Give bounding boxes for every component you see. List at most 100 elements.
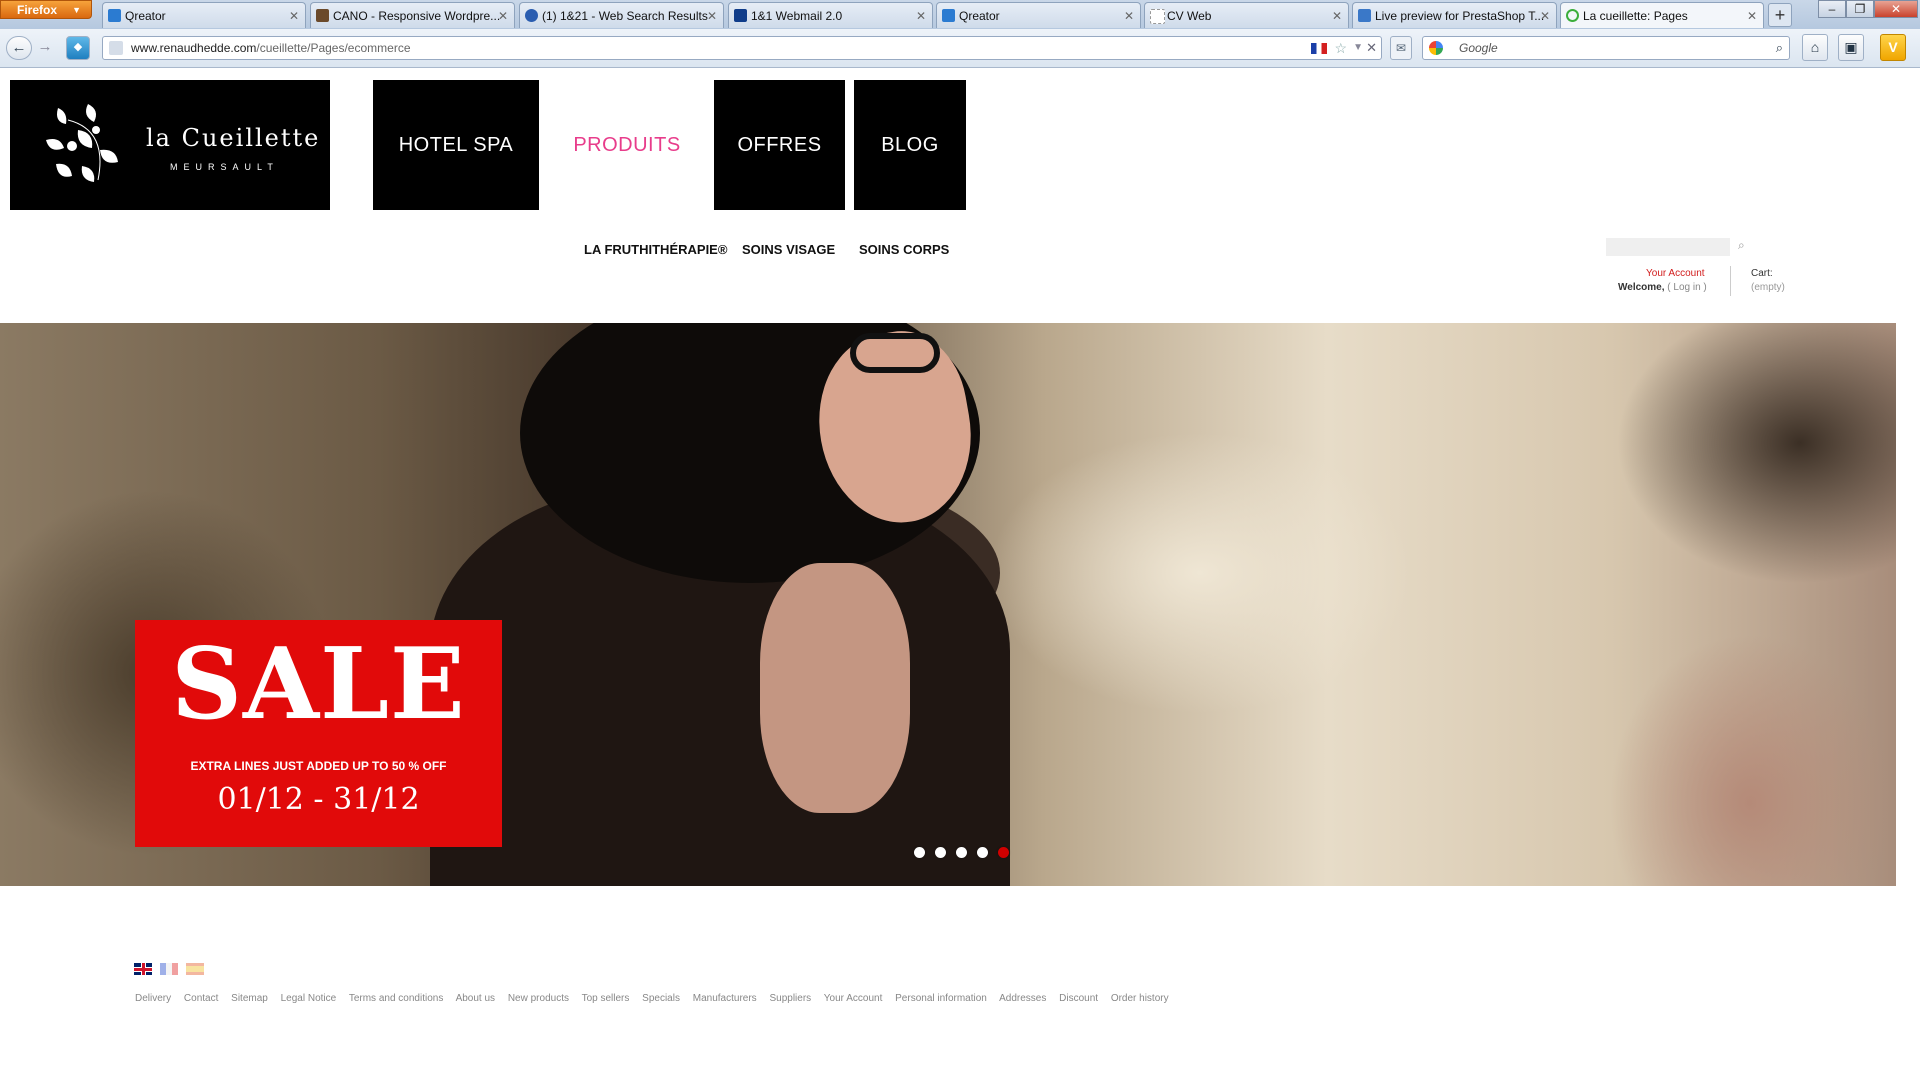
sale-promo-box[interactable]: SALE EXTRA LINES JUST ADDED UP TO 50 % O… — [135, 620, 502, 847]
nav-hotel-spa[interactable]: HOTEL SPA — [373, 80, 539, 210]
maximize-icon[interactable]: ❐ — [1846, 0, 1874, 18]
bookmark-star-icon[interactable]: ☆ — [1334, 37, 1347, 59]
slider-dot[interactable] — [956, 847, 967, 858]
url-bar[interactable]: www.renaudhedde.com/cueillette/Pages/eco… — [102, 36, 1382, 60]
close-icon[interactable]: ✕ — [707, 3, 717, 28]
footer-link[interactable]: Specials — [642, 993, 680, 1004]
stop-icon[interactable]: ✕ — [1366, 37, 1377, 59]
browser-tab-active[interactable]: La cueillette: Pages ✕ — [1560, 2, 1764, 28]
close-icon[interactable]: ✕ — [289, 3, 299, 28]
mail-icon[interactable]: ✉ — [1390, 36, 1412, 60]
site-favicon-icon — [734, 9, 747, 22]
chevron-down-icon: ▼ — [72, 5, 81, 15]
footer-link[interactable]: Sitemap — [231, 993, 268, 1004]
browser-tab[interactable]: CV Web ✕ — [1144, 2, 1349, 28]
history-dropdown-icon[interactable]: ▼ — [1353, 37, 1363, 59]
tab-title: CANO - Responsive Wordpre... — [333, 9, 501, 23]
footer-link[interactable]: Suppliers — [769, 993, 811, 1004]
footer-link[interactable]: Personal information — [895, 993, 987, 1004]
browser-tab[interactable]: Qreator ✕ — [936, 2, 1141, 28]
header-divider — [1730, 266, 1731, 296]
firefox-menu-button[interactable]: Firefox ▼ — [0, 0, 92, 19]
sale-headline: SALE — [171, 627, 466, 742]
slider-dot[interactable] — [914, 847, 925, 858]
close-icon[interactable]: ✕ — [498, 3, 508, 28]
minimize-icon[interactable]: – — [1818, 0, 1846, 18]
footer-link[interactable]: Top sellers — [582, 993, 630, 1004]
subnav-soins-corps[interactable]: SOINS CORPS — [859, 242, 949, 257]
search-icon[interactable]: ⌕ — [1738, 238, 1745, 253]
slider-dot[interactable] — [977, 847, 988, 858]
footer-link[interactable]: Legal Notice — [281, 993, 337, 1004]
tab-title: 1&1 Webmail 2.0 — [751, 9, 843, 23]
footer-link[interactable]: Manufacturers — [693, 993, 757, 1004]
browser-navigation-bar: ← → ◆ www.renaudhedde.com/cueillette/Pag… — [0, 29, 1920, 68]
nav-produits[interactable]: PRODUITS — [544, 80, 710, 210]
site-favicon-icon — [1358, 9, 1371, 22]
site-logo[interactable]: la Cueillette MEURSAULT — [10, 80, 330, 210]
blank-page-icon — [1150, 9, 1165, 24]
site-favicon-icon — [316, 9, 329, 22]
login-link[interactable]: ( Log in ) — [1667, 282, 1706, 293]
tab-title: (1) 1&21 - Web Search Results — [542, 9, 708, 23]
search-bar[interactable]: Google ⌕ — [1422, 36, 1790, 60]
slider-dot[interactable] — [935, 847, 946, 858]
your-account-link[interactable]: Your Account — [1646, 268, 1705, 279]
footer-link[interactable]: Discount — [1059, 993, 1098, 1004]
site-favicon-icon — [942, 9, 955, 22]
browser-tab[interactable]: (1) 1&21 - Web Search Results ✕ — [519, 2, 724, 28]
close-icon[interactable]: ✕ — [1124, 3, 1134, 28]
site-favicon-icon — [108, 9, 121, 22]
close-icon[interactable]: ✕ — [1747, 3, 1757, 28]
spanish-flag-icon[interactable] — [186, 963, 204, 975]
footer-link[interactable]: Contact — [184, 993, 218, 1004]
footer-link[interactable]: Terms and conditions — [349, 993, 444, 1004]
home-icon[interactable]: ⌂ — [1802, 34, 1828, 61]
site-search-input[interactable] — [1606, 238, 1730, 256]
french-flag-icon[interactable] — [160, 963, 178, 975]
close-window-icon[interactable]: ✕ — [1874, 0, 1918, 18]
french-flag-icon — [1311, 43, 1327, 54]
banner-photo-shape — [760, 563, 910, 813]
browser-tab[interactable]: CANO - Responsive Wordpre... ✕ — [310, 2, 515, 28]
close-icon[interactable]: ✕ — [1332, 3, 1342, 28]
footer-link[interactable]: Your Account — [824, 993, 883, 1004]
browser-tab[interactable]: 1&1 Webmail 2.0 ✕ — [728, 2, 933, 28]
browser-tab[interactable]: Live preview for PrestaShop T... ✕ — [1352, 2, 1557, 28]
back-icon[interactable]: ← — [6, 36, 32, 60]
banner-photo-shape — [850, 333, 940, 373]
tab-title: La cueillette: Pages — [1583, 9, 1688, 23]
close-icon[interactable]: ✕ — [916, 3, 926, 28]
url-domain: www.renaudhedde.com — [131, 41, 257, 55]
search-icon[interactable]: ⌕ — [1776, 37, 1783, 59]
footer-link[interactable]: New products — [508, 993, 569, 1004]
site-favicon-icon — [525, 9, 538, 22]
browser-tab-bar: Firefox ▼ Qreator ✕ CANO - Responsive Wo… — [0, 0, 1920, 30]
footer-link[interactable]: Delivery — [135, 993, 171, 1004]
new-tab-button[interactable]: + — [1768, 3, 1792, 27]
welcome-text: Welcome, ( Log in ) — [1618, 282, 1707, 293]
subnav-fruthitherapie[interactable]: LA FRUTHITHÉRAPIE® — [584, 242, 727, 257]
footer-link[interactable]: Order history — [1111, 993, 1169, 1004]
bookmarks-menu-icon[interactable]: ▣ — [1838, 34, 1864, 61]
forward-icon[interactable]: → — [32, 36, 58, 60]
footer-links: Delivery Contact Sitemap Legal Notice Te… — [135, 993, 1179, 1004]
tab-title: Qreator — [125, 9, 166, 23]
identity-icon[interactable]: ◆ — [66, 36, 90, 60]
english-flag-icon[interactable] — [134, 963, 152, 975]
footer-link[interactable]: Addresses — [999, 993, 1046, 1004]
footer-link[interactable]: About us — [456, 993, 495, 1004]
cart-label[interactable]: Cart: — [1751, 268, 1773, 279]
url-text[interactable]: www.renaudhedde.com/cueillette/Pages/eco… — [131, 37, 411, 59]
slider-dot-active[interactable] — [998, 847, 1009, 858]
nav-offres[interactable]: OFFRES — [714, 80, 845, 210]
browser-tab[interactable]: Qreator ✕ — [102, 2, 306, 28]
loading-spinner-icon — [1566, 9, 1579, 22]
sale-dates: 01/12 - 31/12 — [217, 782, 420, 817]
subnav-soins-visage[interactable]: SOINS VISAGE — [742, 242, 835, 257]
google-icon[interactable] — [1429, 41, 1443, 55]
nav-blog[interactable]: BLOG — [854, 80, 966, 210]
close-icon[interactable]: ✕ — [1540, 3, 1550, 28]
extension-icon[interactable]: V — [1880, 34, 1906, 61]
logo-name: la Cueillette — [146, 124, 321, 152]
